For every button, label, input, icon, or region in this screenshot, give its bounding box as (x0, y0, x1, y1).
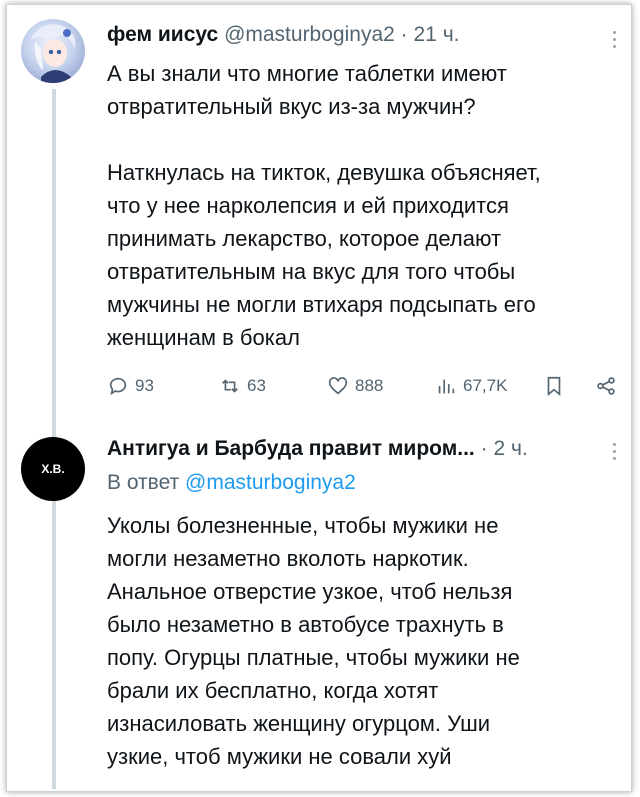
reply-icon (109, 377, 127, 396)
avatar-xv[interactable]: Х.В. (21, 437, 85, 501)
tweet-original[interactable]: фем иисус @masturboginya2 · 21 ч. А вы з… (7, 5, 631, 789)
like-icon (328, 377, 348, 395)
anime-avatar-icon (31, 24, 76, 83)
reply-handle-link[interactable]: @masturboginya2 (185, 471, 356, 494)
tweet-text: А вы знали что многие таблетки имеют отв… (107, 61, 541, 350)
views-button[interactable]: 67,7K (435, 375, 507, 397)
author-name[interactable]: фем иисус (107, 23, 218, 46)
author-name[interactable]: Антигуа и Барбуда правит миром... (107, 437, 475, 460)
tweet-actions: 93 63 888 67,7K (107, 375, 627, 405)
share-button[interactable] (595, 375, 617, 397)
retweet-icon (222, 379, 238, 393)
reply-prefix: В ответ (107, 471, 180, 494)
reply-button[interactable]: 93 (107, 375, 154, 397)
separator-dot: · (400, 23, 408, 46)
replying-to: В ответ @masturboginya2 (107, 471, 356, 495)
tweet-header: Антигуа и Барбуда правит миром... · 2 ч. (107, 437, 528, 461)
tweet-text: Уколы болезненные, чтобы мужики не могли… (107, 513, 520, 769)
avatar-text: Х.В. (41, 462, 65, 476)
separator-dot: · (480, 437, 488, 460)
avatar-fem-iisus[interactable] (21, 19, 85, 83)
retweet-count: 63 (247, 376, 266, 395)
like-button[interactable]: 888 (327, 375, 383, 397)
tweet-time[interactable]: 21 ч. (414, 23, 460, 46)
tweet-time[interactable]: 2 ч. (493, 437, 527, 460)
reply-count: 93 (135, 376, 154, 395)
views-count: 67,7K (463, 376, 508, 395)
tweet-header: фем иисус @masturboginya2 · 21 ч. (107, 23, 459, 47)
bookmark-icon (547, 376, 561, 397)
screenshot-frame: фем иисус @masturboginya2 · 21 ч. А вы з… (6, 4, 632, 792)
bookmark-button[interactable] (543, 375, 565, 397)
tweet-reply[interactable]: Х.В. Антигуа и Барбуда правит миром... ·… (7, 429, 631, 791)
more-icon[interactable] (613, 31, 617, 52)
views-icon (438, 379, 455, 394)
author-handle[interactable]: @masturboginya2 (224, 23, 395, 46)
share-icon (597, 377, 615, 395)
more-icon[interactable] (613, 443, 617, 464)
like-count: 888 (355, 376, 384, 395)
retweet-button[interactable]: 63 (219, 375, 266, 397)
